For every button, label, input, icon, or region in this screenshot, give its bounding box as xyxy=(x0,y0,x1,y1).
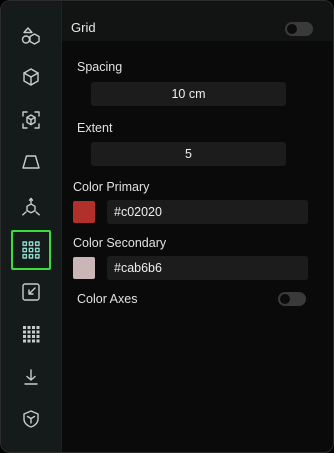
extent-input[interactable]: 5 xyxy=(91,142,286,166)
grid-toggle[interactable] xyxy=(285,22,313,36)
panel-title: Grid xyxy=(71,20,96,35)
tool-grid[interactable] xyxy=(11,230,51,270)
spacing-label: Spacing xyxy=(77,60,123,74)
color-secondary-label: Color Secondary xyxy=(73,236,167,250)
grid-settings-window: Grid Spacing 10 cm Extent 5 Color Primar… xyxy=(0,0,334,453)
spacing-input[interactable]: 10 cm xyxy=(91,82,286,106)
tool-dots-grid[interactable] xyxy=(11,314,51,354)
panel-header: Grid xyxy=(62,1,333,41)
color-secondary-input[interactable]: #cab6b6 xyxy=(107,256,308,280)
tool-download[interactable] xyxy=(11,357,51,397)
tool-focus[interactable] xyxy=(11,100,51,140)
color-axes-toggle[interactable] xyxy=(278,292,306,306)
shield-cube-icon xyxy=(23,410,39,428)
grid-toggle-knob xyxy=(287,24,297,34)
tool-sidebar xyxy=(1,1,62,452)
color-secondary-swatch[interactable] xyxy=(73,257,95,279)
tool-shield[interactable] xyxy=(11,399,51,439)
color-primary-label: Color Primary xyxy=(73,180,150,194)
tool-perspective[interactable] xyxy=(11,142,51,182)
grid-settings-panel: Grid Spacing 10 cm Extent 5 Color Primar… xyxy=(62,1,333,452)
perspective-icon xyxy=(22,155,40,169)
shapes-icon xyxy=(21,27,40,45)
grid-icon xyxy=(22,241,40,259)
color-axes-toggle-knob xyxy=(280,294,290,304)
shrink-icon xyxy=(22,283,40,301)
color-primary-swatch[interactable] xyxy=(73,201,95,223)
extent-label: Extent xyxy=(77,121,113,135)
dots-grid-icon xyxy=(23,326,40,343)
cube-icon xyxy=(23,68,39,86)
tool-shrink[interactable] xyxy=(11,272,51,312)
tool-shapes[interactable] xyxy=(11,16,51,56)
focus-cube-icon xyxy=(22,111,40,129)
color-axes-label: Color Axes xyxy=(77,292,138,306)
axes-icon xyxy=(22,197,40,216)
tool-axes[interactable] xyxy=(11,187,51,227)
download-icon xyxy=(24,369,38,385)
tool-cube[interactable] xyxy=(11,57,51,97)
color-primary-input[interactable]: #c02020 xyxy=(107,200,308,224)
